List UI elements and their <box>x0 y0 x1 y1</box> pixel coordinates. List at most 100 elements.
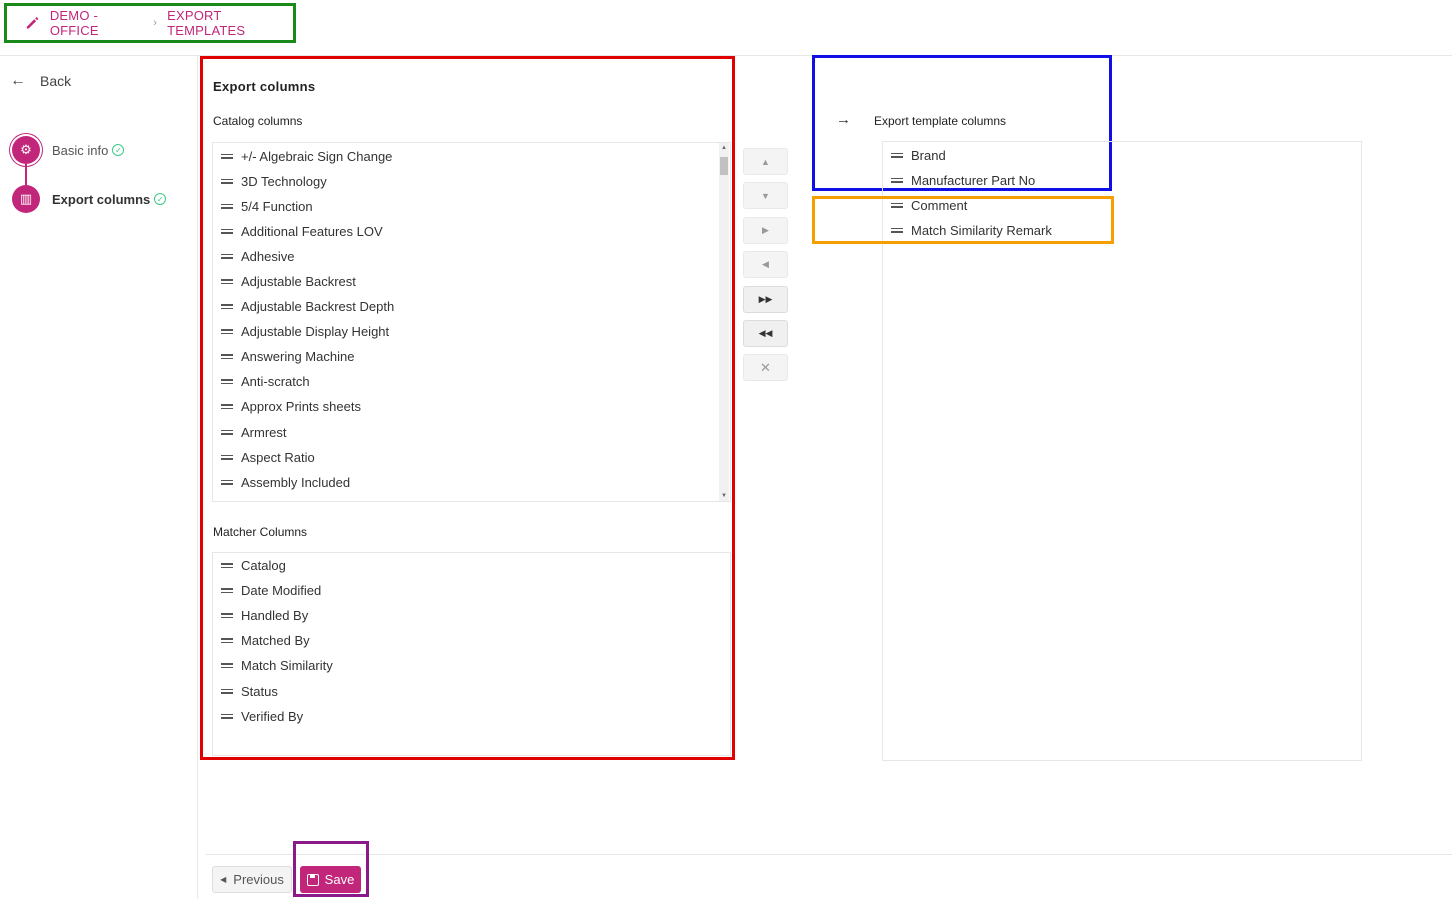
list-item[interactable]: Answering Machine <box>213 344 730 369</box>
list-item[interactable]: Approx Prints sheets <box>213 394 730 419</box>
drag-handle-icon[interactable] <box>221 428 233 437</box>
list-item[interactable]: Catalog <box>213 553 730 578</box>
list-item-label: Answering Machine <box>241 349 355 365</box>
list-item[interactable]: Match Similarity <box>213 653 730 678</box>
list-item[interactable]: Aspect Ratio <box>213 445 730 470</box>
previous-label: Previous <box>233 872 284 887</box>
scroll-up-icon[interactable]: ▲ <box>719 145 729 151</box>
check-circle-icon: ✓ <box>112 144 125 156</box>
list-item-label: Adjustable Backrest Depth <box>241 299 395 315</box>
move-all-right-button[interactable]: ▶▶ <box>743 286 788 313</box>
drag-handle-icon[interactable] <box>221 202 233 211</box>
list-item[interactable]: +/- Algebraic Sign Change <box>213 144 730 169</box>
breadcrumb: DEMO - OFFICE › EXPORT TEMPLATES <box>4 3 296 43</box>
list-item-label: Armrest <box>241 424 287 440</box>
list-item-label: Manufacturer Part No <box>911 172 1036 188</box>
list-item-label: Catalog <box>241 558 286 574</box>
list-item[interactable]: Assembly Included <box>213 470 730 495</box>
list-item-label: Adjustable Backrest <box>241 274 356 290</box>
breadcrumb-separator: › <box>153 17 158 29</box>
drag-handle-icon[interactable] <box>221 687 233 696</box>
save-button[interactable]: Save <box>300 866 361 893</box>
back-label: Back <box>40 73 72 89</box>
floppy-disk-icon <box>306 873 319 886</box>
drag-handle-icon[interactable] <box>221 402 233 411</box>
list-item-label: Status <box>241 683 278 699</box>
list-item[interactable]: Brand <box>883 143 1361 168</box>
previous-button[interactable]: ◀ Previous <box>212 866 292 893</box>
list-item[interactable]: 5/4 Function <box>213 194 730 219</box>
list-item[interactable]: Handled By <box>213 603 730 628</box>
move-left-button[interactable]: ◀ <box>743 251 788 278</box>
step-export-columns[interactable]: ▥ Export columns ✓ <box>12 185 167 213</box>
step-basic-info[interactable]: ⚙ Basic info ✓ <box>12 136 125 164</box>
list-item[interactable]: Date Modified <box>213 578 730 603</box>
list-item[interactable]: Adjustable Backrest <box>213 269 730 294</box>
breadcrumb-org[interactable]: DEMO - OFFICE <box>50 8 143 38</box>
drag-handle-icon[interactable] <box>221 252 233 261</box>
catalog-scrollbar[interactable]: ▲ ▼ <box>719 143 729 501</box>
drag-handle-icon[interactable] <box>221 586 233 595</box>
drag-handle-icon[interactable] <box>221 636 233 645</box>
list-item[interactable]: Manufacturer Part No <box>883 168 1361 193</box>
drag-handle-icon[interactable] <box>891 176 903 185</box>
move-down-button[interactable]: ▼ <box>743 182 788 209</box>
matcher-columns-title: Matcher Columns <box>213 525 308 539</box>
list-item-label: Adjustable Display Height <box>241 324 390 340</box>
move-all-left-button[interactable]: ◀◀ <box>743 320 788 347</box>
list-item-label: Match Similarity <box>241 658 333 674</box>
pencil-icon <box>26 16 39 29</box>
matcher-columns-list[interactable]: Catalog Date Modified Handled By Matched By… <box>212 552 731 756</box>
move-up-button[interactable]: ▲ <box>743 148 788 175</box>
list-item[interactable]: Adhesive <box>213 244 730 269</box>
drag-handle-icon[interactable] <box>221 277 233 286</box>
clear-button[interactable]: ✕ <box>743 354 788 381</box>
footer-divider <box>206 854 1452 855</box>
drag-handle-icon[interactable] <box>221 611 233 620</box>
list-item-label: 3D Technology <box>241 173 327 189</box>
drag-handle-icon[interactable] <box>221 152 233 161</box>
list-item[interactable]: Matched By <box>213 628 730 653</box>
list-item[interactable]: 3D Technology <box>213 169 730 194</box>
drag-handle-icon[interactable] <box>221 561 233 570</box>
list-item-label: Additional Features LOV <box>241 223 383 239</box>
arrow-right-icon: → <box>836 111 851 128</box>
list-item[interactable]: Adjustable Backrest Depth <box>213 294 730 319</box>
drag-handle-icon[interactable] <box>221 377 233 386</box>
drag-handle-icon[interactable] <box>221 712 233 721</box>
drag-handle-icon[interactable] <box>221 302 233 311</box>
breadcrumb-page[interactable]: EXPORT TEMPLATES <box>167 8 293 38</box>
list-item[interactable]: Audio Line Out <box>213 495 730 501</box>
catalog-columns-list[interactable]: ▲ ▼ +/- Algebraic Sign Change 3D Technolo… <box>212 142 731 502</box>
left-nav: ← Back <box>0 56 198 899</box>
list-item-label: Approx Prints sheets <box>241 399 361 415</box>
list-item-label: Aspect Ratio <box>241 449 315 465</box>
drag-handle-icon[interactable] <box>221 661 233 670</box>
highlight-box <box>812 196 1114 244</box>
list-item[interactable]: Armrest <box>213 420 730 445</box>
step-label: Basic info <box>52 142 109 158</box>
gear-icon: ⚙ <box>12 136 40 164</box>
drag-handle-icon[interactable] <box>221 327 233 336</box>
drag-handle-icon[interactable] <box>221 478 233 487</box>
drag-handle-icon[interactable] <box>221 227 233 236</box>
move-right-button[interactable]: ▶ <box>743 217 788 244</box>
list-item[interactable]: Additional Features LOV <box>213 219 730 244</box>
scroll-down-icon[interactable]: ▼ <box>719 493 729 499</box>
drag-handle-icon[interactable] <box>221 453 233 462</box>
list-item[interactable]: Verified By <box>213 704 730 729</box>
arrow-left-icon: ← <box>10 72 26 89</box>
list-item[interactable]: Anti-scratch <box>213 369 730 394</box>
list-item[interactable]: Adjustable Display Height <box>213 319 730 344</box>
drag-handle-icon[interactable] <box>891 151 903 160</box>
step-label: Export columns <box>52 191 151 207</box>
scroll-thumb[interactable] <box>720 157 728 175</box>
drag-handle-icon[interactable] <box>221 177 233 186</box>
list-item-label: Assembly Included <box>241 474 351 490</box>
back-button[interactable]: ← Back <box>10 72 71 90</box>
list-item-label: Date Modified <box>241 583 322 599</box>
list-item[interactable]: Status <box>213 678 730 703</box>
list-item-label: Adhesive <box>241 248 295 264</box>
list-item-label: Audio Line Out <box>241 500 327 501</box>
drag-handle-icon[interactable] <box>221 352 233 361</box>
